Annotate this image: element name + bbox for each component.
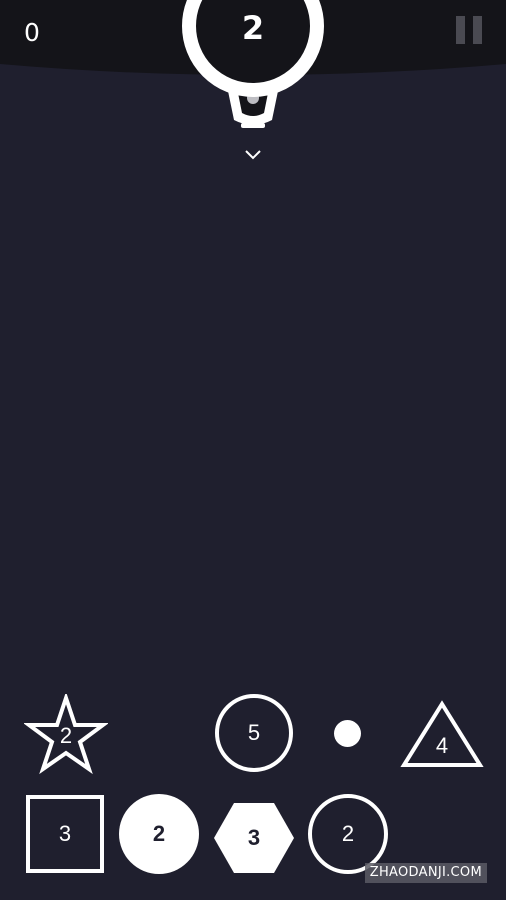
watermark: ZHAODANJI.COM (364, 863, 487, 883)
shape-value: 4 (435, 733, 449, 758)
square-shape[interactable]: 3 (23, 792, 107, 876)
shape-value: 5 (247, 720, 261, 745)
score-counter: 0 (24, 18, 40, 47)
pause-icon-bar-right (473, 16, 482, 44)
pause-icon-bar-left (456, 16, 465, 44)
shape-value: 2 (152, 821, 166, 846)
triangle-shape[interactable]: 4 (400, 698, 484, 782)
pause-button[interactable] (456, 16, 482, 44)
circle-filled-shape[interactable]: 2 (117, 792, 201, 876)
launcher-value: 2 (241, 9, 265, 47)
shape-value: 2 (59, 723, 73, 748)
shape-value: 3 (247, 825, 261, 850)
shape-value: 3 (58, 821, 72, 846)
hexagon-filled-shape[interactable]: 3 (212, 796, 296, 880)
star-shape[interactable]: 2 (24, 694, 108, 778)
game-stage[interactable]: 0 2 2 5 4 3 2 3 2 ZHAODANJI.COM (0, 0, 506, 900)
circle-outline-shape[interactable]: 5 (212, 692, 296, 776)
small-ball[interactable] (334, 720, 361, 747)
chevron-down-icon[interactable] (243, 148, 263, 162)
